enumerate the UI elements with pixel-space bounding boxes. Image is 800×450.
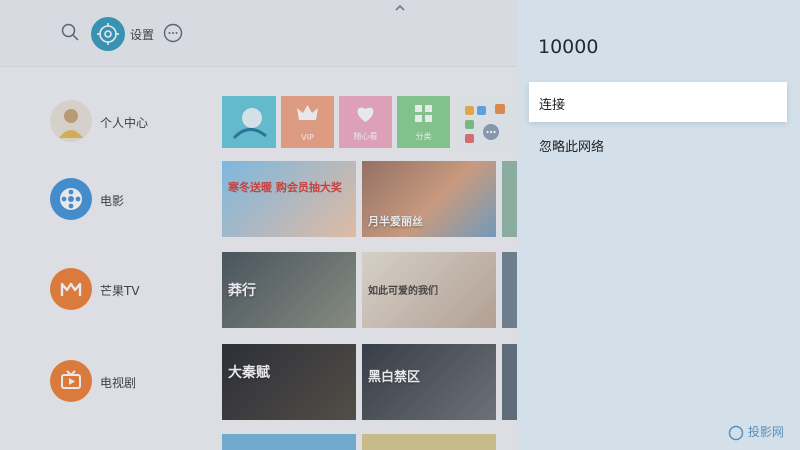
network-name: 10000 xyxy=(538,36,599,58)
option-label: 连接 xyxy=(539,98,566,113)
connect-button[interactable]: 连接 xyxy=(529,82,787,122)
watermark-logo-icon xyxy=(728,425,744,440)
forget-network-button[interactable]: 忽略此网络 xyxy=(529,124,787,164)
network-options-panel: 10000 连接 忽略此网络 xyxy=(517,0,800,450)
modal-backdrop xyxy=(0,0,517,450)
watermark-text: 投影网 xyxy=(747,425,784,439)
watermark: 投影网 xyxy=(728,423,794,441)
option-label: 忽略此网络 xyxy=(539,140,605,155)
